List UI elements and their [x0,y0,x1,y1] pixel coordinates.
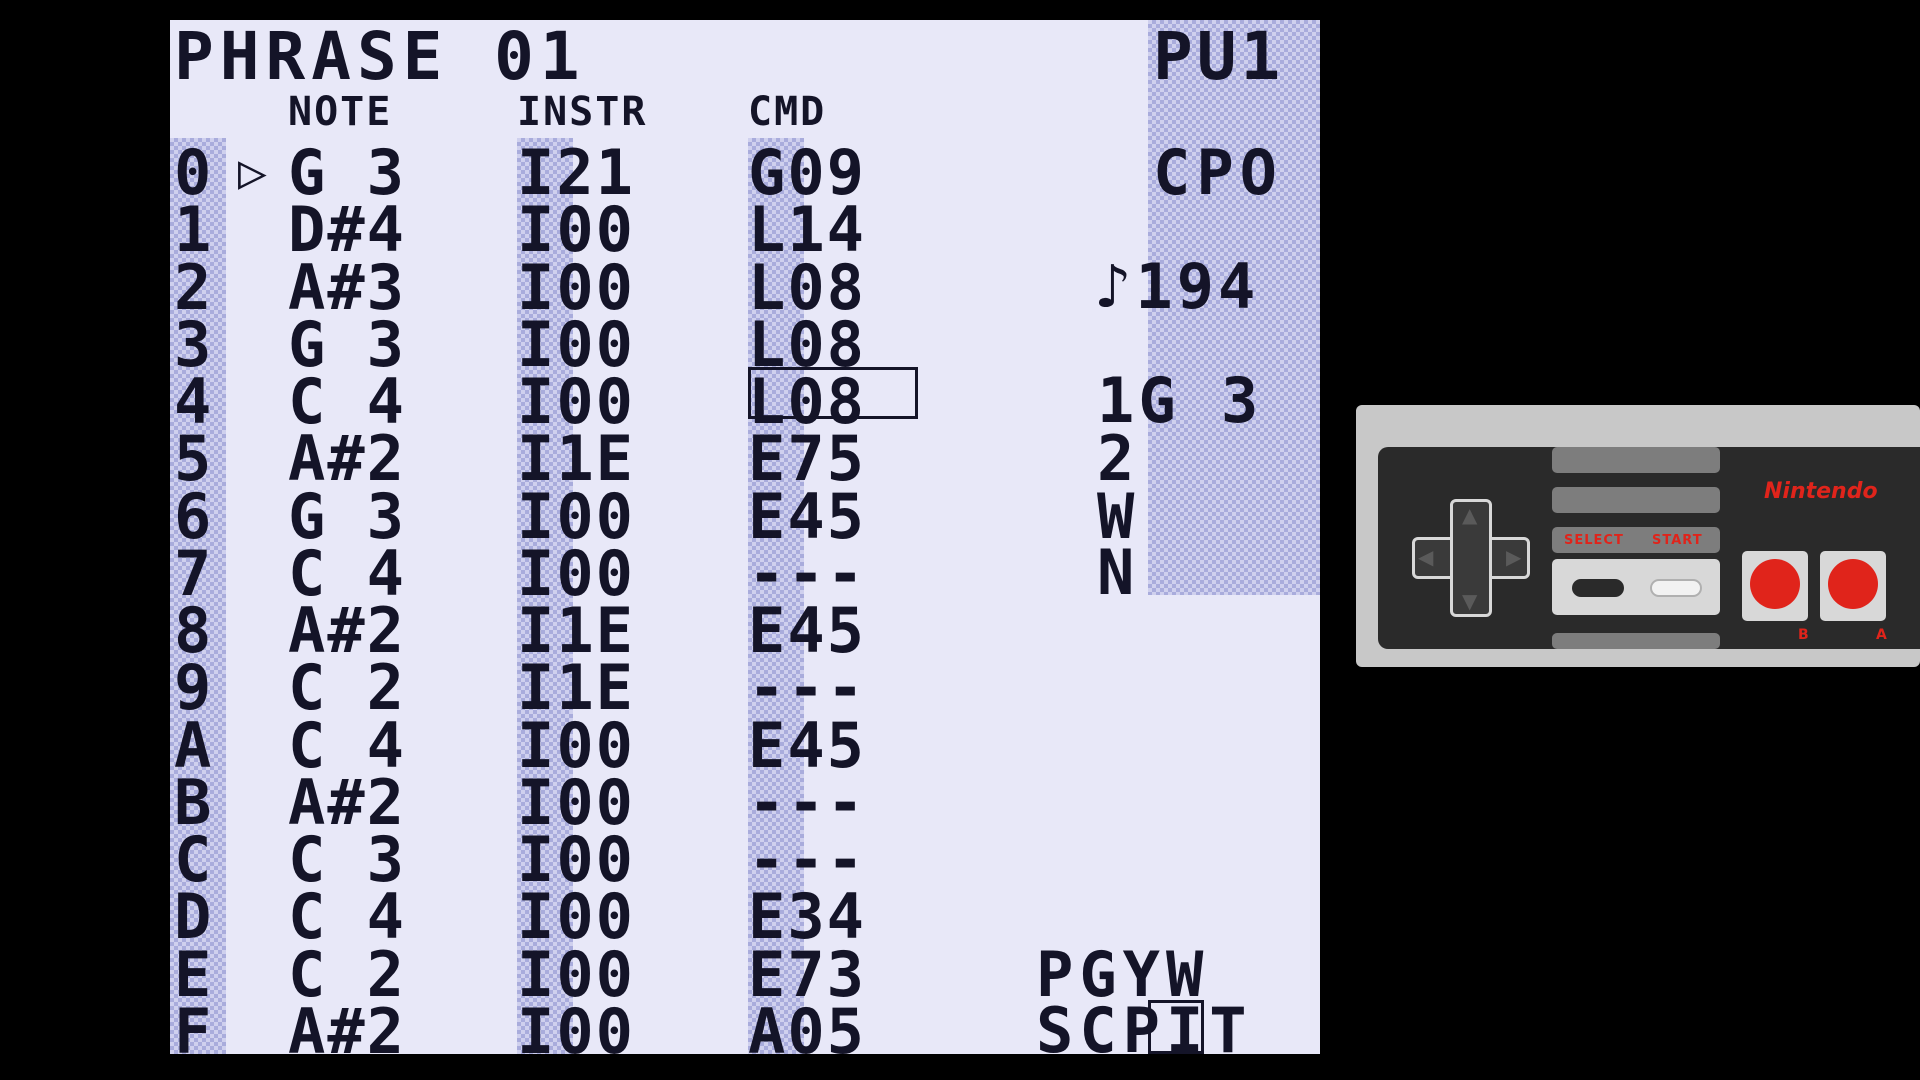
phrase-row[interactable]: 6G 3 I00 E45 [170,482,1110,547]
channel-label: PU1 [1153,20,1285,95]
instr-column-header: INSTR [517,89,648,135]
b-button-label: B [1798,627,1809,643]
phrase-row[interactable]: 5 A#2 I1E E75 [170,424,1110,490]
phrase-row[interactable]: F A#2 I00 A05 [170,997,1110,1054]
cmd-column-header: CMD [748,89,827,135]
controller-stripe [1552,447,1720,473]
select-button[interactable] [1572,579,1624,597]
arrow-down-icon[interactable]: ▼ [1462,591,1477,611]
play-cursor-icon: ▷ [238,144,269,200]
phrase-row[interactable]: DC 4 I00 E34 [170,882,1110,948]
tracker-screen: PHRASE 01 PU1 NOTE INSTR CMD 0 ▷ G 3 I21 G09… [170,20,1320,1054]
start-label: START [1652,533,1703,548]
select-label: SELECT [1564,533,1624,548]
status-line-n: N [1097,536,1137,609]
phrase-row[interactable]: AC 4 I00 E45 [170,711,1110,776]
cpo-label: CPO [1153,136,1283,209]
phrase-row[interactable]: 8 A#2 I1E E45 [170,596,1110,662]
dpad-center [1453,540,1489,576]
screen-map-cursor [1148,1000,1204,1054]
note-column-header: NOTE [288,89,393,135]
note-cell: A#2 [288,994,406,1054]
phrase-row[interactable]: EC 2 I00 E73 [170,940,1110,1005]
instr-cell: I00 [517,994,635,1054]
arrow-right-icon[interactable]: ▶ [1506,547,1521,567]
cmd-cell: A05 [748,994,866,1054]
phrase-row[interactable]: 2 A#3 I00 L08 [170,253,1110,318]
nes-controller: ▲ ▼ ◀ ▶ SELECT START Nintendo B A [1356,405,1920,667]
arrow-left-icon[interactable]: ◀ [1418,547,1433,567]
controller-stripe [1552,633,1720,649]
phrase-row[interactable]: 7C 4 I00 --- [170,539,1110,604]
b-button[interactable] [1750,559,1800,609]
dpad[interactable]: ▲ ▼ ◀ ▶ [1412,499,1530,617]
phrase-row[interactable]: B A#2 I00 --- [170,768,1110,833]
nintendo-logo: Nintendo [1764,479,1878,504]
select-start-panel [1552,559,1720,615]
phrase-row[interactable]: 3G 3 I00 L08 [170,310,1110,375]
tempo-readout: ♪194 [1094,250,1260,323]
a-button-label: A [1876,627,1887,643]
b-button-housing [1742,551,1808,621]
phrase-row[interactable]: 0 ▷ G 3 I21 G09 [170,138,1110,204]
phrase-row[interactable]: CC 3 I00 --- [170,825,1110,891]
controller-face: ▲ ▼ ◀ ▶ SELECT START Nintendo B A [1378,447,1920,649]
phrase-row[interactable]: 1 D#4 I00 L14 [170,195,1110,261]
phrase-row[interactable]: 4C 4 I00 L08 [170,367,1110,433]
phrase-row[interactable]: 9C 2 I1E --- [170,653,1110,719]
arrow-up-icon[interactable]: ▲ [1462,505,1477,525]
a-button[interactable] [1828,559,1878,609]
start-button[interactable] [1650,579,1702,597]
controller-stripe [1552,487,1720,513]
screen-map-bottom: SCPIT [1036,994,1253,1055]
row-index: F [174,994,214,1054]
a-button-housing [1820,551,1886,621]
screen-title: PHRASE 01 [174,20,586,95]
